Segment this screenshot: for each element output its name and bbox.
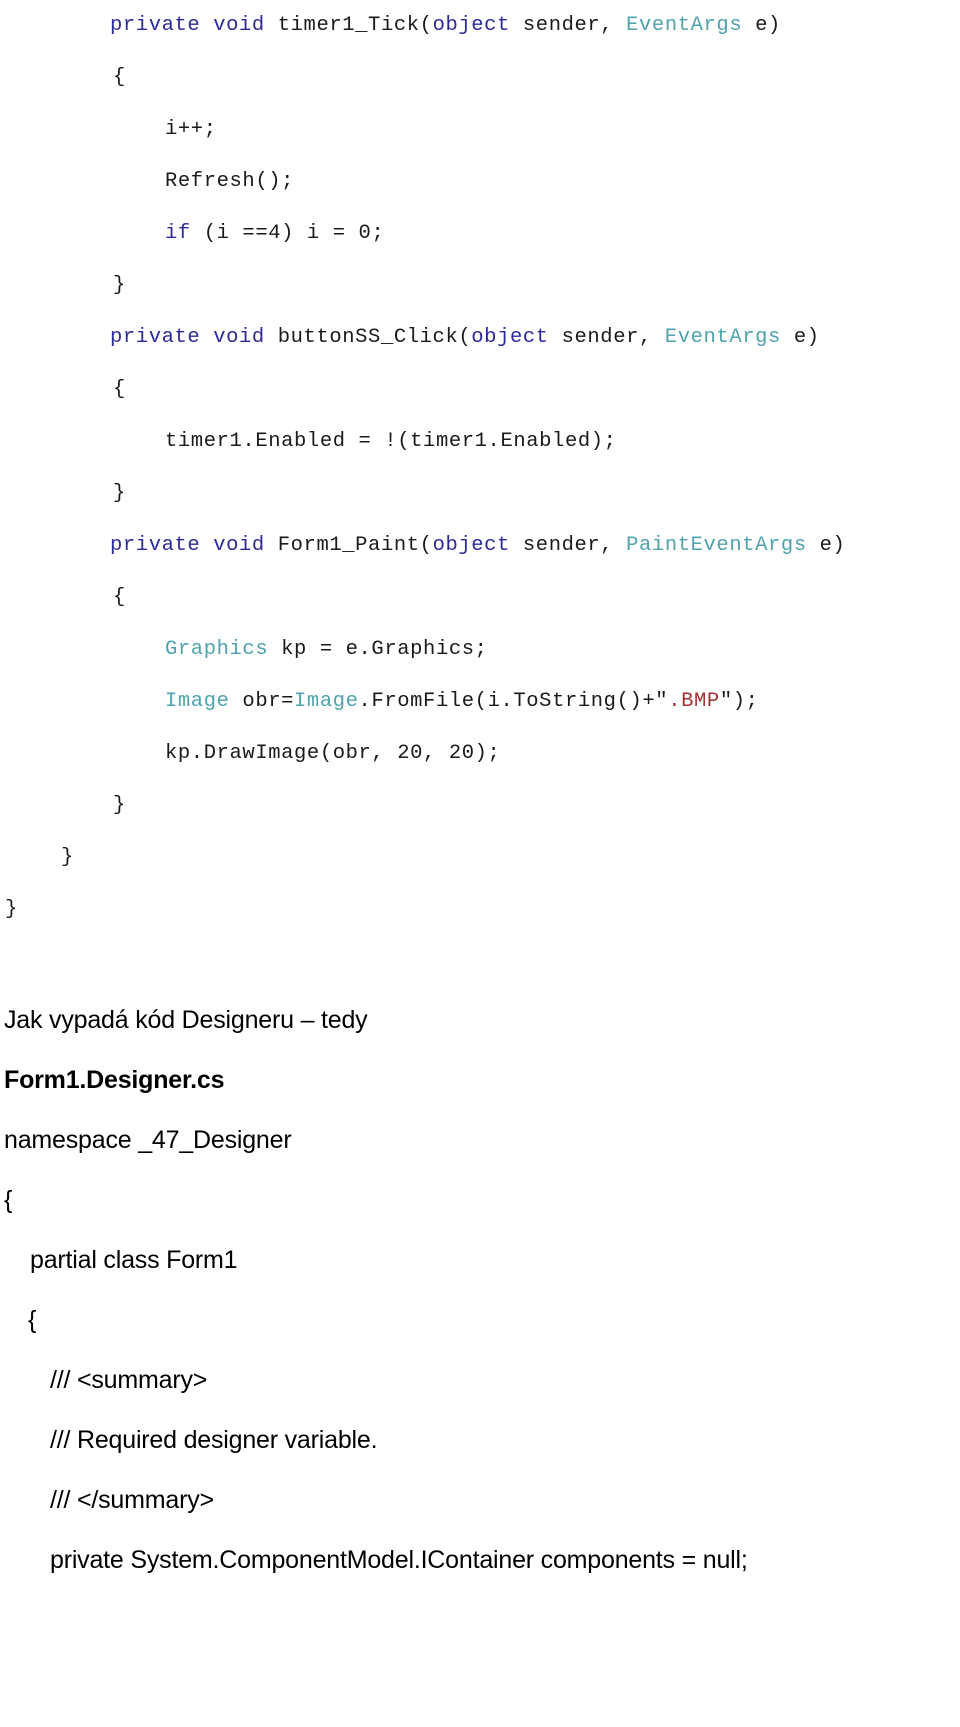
- code-token: Image: [294, 690, 359, 713]
- code-line-image-fromfile: Image obr=Image.FromFile(i.ToString()+".…: [0, 676, 960, 728]
- code-line-buttonss-click-open-brace: {: [0, 364, 960, 416]
- code-line-timer-tick-close-brace: }: [0, 260, 960, 312]
- code-line-increment-i: i++;: [0, 104, 960, 156]
- prose-line-namespace-open-brace: {: [4, 1186, 13, 1214]
- prose-line-class-open-brace: {: [28, 1306, 37, 1334]
- csharp-code-block: private void timer1_Tick(object sender, …: [0, 0, 960, 936]
- code-token: object: [432, 14, 510, 37]
- code-token: sender,: [509, 14, 627, 37]
- code-token: Graphics: [165, 638, 269, 661]
- code-token: {: [113, 66, 126, 89]
- code-token: e): [780, 326, 820, 349]
- code-line-refresh-call: Refresh();: [0, 156, 960, 208]
- code-line-form1-paint-open-brace: {: [0, 572, 960, 624]
- code-line-timer-tick-open-brace: {: [0, 52, 960, 104]
- code-token: i++;: [165, 118, 217, 141]
- code-token: sender,: [509, 534, 627, 557]
- code-line-namespace-close-brace: }: [0, 884, 960, 936]
- code-token: }: [61, 846, 74, 869]
- code-token: {: [113, 378, 126, 401]
- prose-line-components-field: private System.ComponentModel.IContainer…: [50, 1546, 748, 1574]
- code-token: private void: [110, 326, 278, 349]
- code-line-if-reset-i: if (i ==4) i = 0;: [0, 208, 960, 260]
- code-line-buttonss-click-close-brace: }: [0, 468, 960, 520]
- code-line-graphics-declaration: Graphics kp = e.Graphics;: [0, 624, 960, 676]
- prose-line-filename-form1-designer-cs: Form1.Designer.cs: [4, 1066, 225, 1094]
- code-token: object: [432, 534, 510, 557]
- prose-line-summary-open-tag: /// <summary>: [50, 1366, 208, 1394]
- code-token: (i ==4) i = 0;: [190, 222, 385, 245]
- prose-line-summary-close-tag: /// </summary>: [50, 1486, 214, 1514]
- code-line-toggle-timer-enabled: timer1.Enabled = !(timer1.Enabled);: [0, 416, 960, 468]
- code-token: {: [113, 586, 126, 609]
- code-token: }: [113, 794, 126, 817]
- code-token: EventArgs: [664, 326, 781, 349]
- code-token: Refresh();: [165, 170, 295, 193]
- code-token: EventArgs: [626, 14, 743, 37]
- code-token: object: [471, 326, 549, 349]
- code-token: .BMP: [668, 690, 720, 713]
- prose-line-summary-text: /// Required designer variable.: [50, 1426, 378, 1454]
- code-line-timer-tick-signature: private void timer1_Tick(object sender, …: [0, 0, 960, 52]
- code-token: obr=: [229, 690, 295, 713]
- code-token: Image: [165, 690, 230, 713]
- code-token: e): [742, 14, 781, 37]
- code-line-form1-paint-close-brace: }: [0, 780, 960, 832]
- code-line-drawimage-call: kp.DrawImage(obr, 20, 20);: [0, 728, 960, 780]
- code-token: ");: [719, 690, 759, 713]
- code-line-class-close-brace: }: [0, 832, 960, 884]
- code-token: }: [113, 482, 126, 505]
- code-token: timer1.Enabled = !(timer1.Enabled);: [165, 430, 617, 453]
- code-token: private void: [110, 534, 278, 557]
- designer-prose-block: Jak vypadá kód Designeru – tedy Form1.Des…: [0, 990, 960, 1590]
- code-token: }: [113, 274, 126, 297]
- code-line-buttonss-click-signature: private void buttonSS_Click(object sende…: [0, 312, 960, 364]
- prose-line-caption-jak-vypada: Jak vypadá kód Designeru – tedy: [4, 1006, 368, 1034]
- code-token: kp.DrawImage(obr, 20, 20);: [165, 742, 501, 765]
- code-token: PaintEventArgs: [626, 534, 807, 557]
- code-token: timer1_Tick(: [277, 14, 433, 37]
- code-token: Form1_Paint(: [277, 534, 433, 557]
- code-token: sender,: [548, 326, 665, 349]
- code-token: kp = e.Graphics;: [268, 638, 488, 661]
- code-token: buttonSS_Click(: [277, 326, 472, 349]
- code-line-form1-paint-signature: private void Form1_Paint(object sender, …: [0, 520, 960, 572]
- code-token: private void: [110, 14, 278, 37]
- code-token: .FromFile(i.ToString()+": [358, 690, 669, 713]
- code-token: e): [806, 534, 846, 557]
- code-token: }: [5, 898, 18, 921]
- prose-line-namespace-declaration: namespace _47_Designer: [4, 1126, 292, 1154]
- code-token: if: [165, 222, 191, 245]
- prose-line-partial-class-form1: partial class Form1: [30, 1246, 238, 1274]
- document-page: private void timer1_Tick(object sender, …: [0, 0, 960, 1727]
